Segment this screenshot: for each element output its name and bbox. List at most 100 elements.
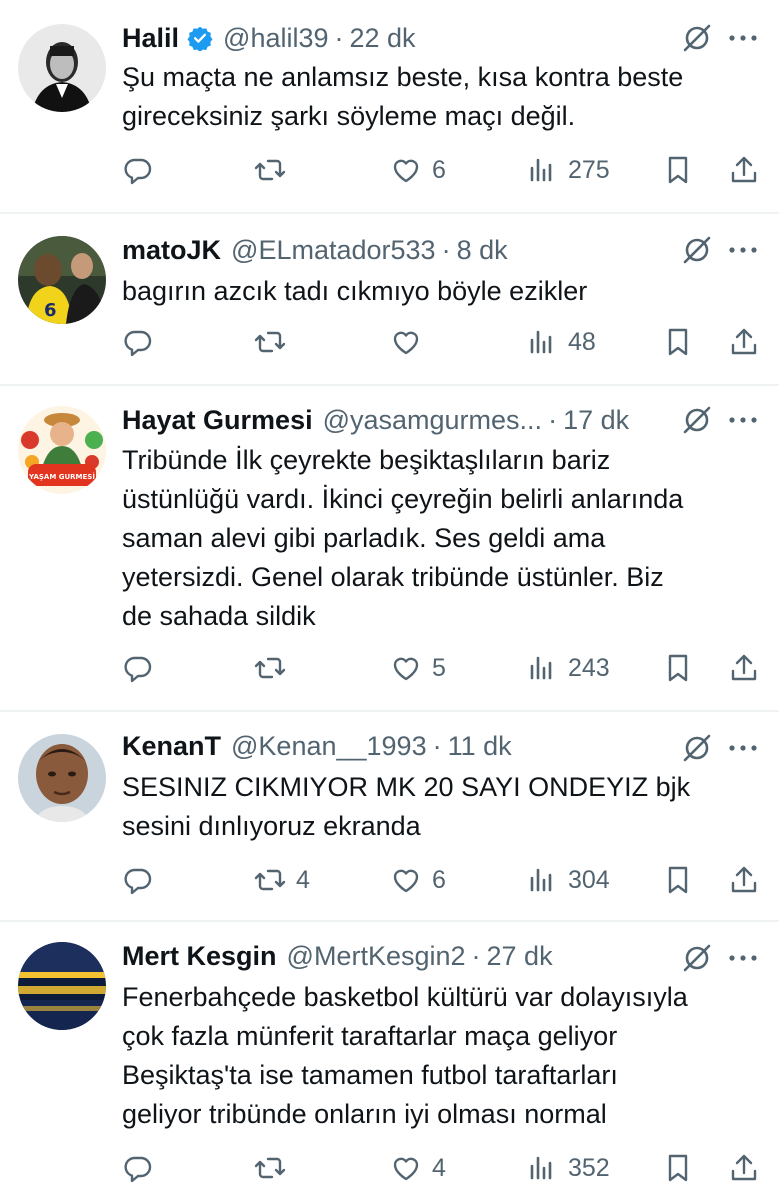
- retweet-button[interactable]: [254, 322, 296, 362]
- tweet-1[interactable]: Halil @halil39 · 22 dk Şu maçta ne anlam…: [0, 0, 779, 212]
- views-button[interactable]: 243: [526, 648, 610, 688]
- timestamp[interactable]: 27 dk: [487, 941, 553, 972]
- views-button[interactable]: 352: [526, 1148, 610, 1188]
- bookmark-icon: [668, 866, 688, 894]
- reply-button[interactable]: [122, 1148, 164, 1188]
- avatar[interactable]: [18, 734, 106, 822]
- like-count: 4: [432, 1153, 446, 1182]
- grok-icon[interactable]: [681, 404, 713, 436]
- views-count: 243: [568, 653, 610, 682]
- reply-button[interactable]: [122, 150, 164, 190]
- author-handle[interactable]: @Kenan__1993: [231, 731, 427, 762]
- bookmark-button[interactable]: [662, 322, 694, 362]
- tweet-header: Halil @halil39 · 22 dk: [122, 18, 416, 58]
- like-count: 5: [432, 653, 446, 682]
- like-icon: [393, 159, 419, 183]
- grok-icon[interactable]: [681, 942, 713, 974]
- bookmark-button[interactable]: [662, 648, 694, 688]
- views-button[interactable]: 304: [526, 860, 610, 900]
- author-handle[interactable]: @halil39: [223, 23, 328, 54]
- more-icon[interactable]: [725, 404, 761, 436]
- author-name[interactable]: Mert Kesgin: [122, 941, 277, 972]
- tweet-4[interactable]: KenanT @Kenan__1993 · 11 dk SESINIZ CIKM…: [0, 712, 779, 920]
- bookmark-icon: [668, 1154, 688, 1182]
- avatar[interactable]: YAŞAM GURMESİ: [18, 406, 106, 494]
- share-button[interactable]: [728, 1148, 760, 1188]
- separator-dot: ·: [471, 940, 481, 971]
- avatar[interactable]: 6: [18, 236, 106, 324]
- tweet-text: bagırın azcık tadı cıkmıyo böyle ezikler: [122, 276, 588, 306]
- author-handle[interactable]: @MertKesgin2: [287, 941, 466, 972]
- avatar[interactable]: [18, 942, 106, 1030]
- retweet-icon: [254, 657, 286, 679]
- bookmark-button[interactable]: [662, 860, 694, 900]
- retweet-icon: [254, 869, 286, 891]
- svg-text:6: 6: [44, 300, 57, 321]
- more-icon[interactable]: [725, 732, 761, 764]
- avatar[interactable]: [18, 24, 106, 112]
- like-button[interactable]: 6: [390, 860, 446, 900]
- timestamp[interactable]: 22 dk: [350, 23, 416, 54]
- separator-dot: ·: [432, 730, 442, 761]
- avatar-label: YAŞAM GURMESİ: [28, 472, 95, 481]
- like-button[interactable]: [390, 322, 432, 362]
- retweet-icon: [254, 1157, 286, 1179]
- share-button[interactable]: [728, 150, 760, 190]
- timestamp[interactable]: 8 dk: [457, 235, 508, 266]
- tweet-header: Mert Kesgin @MertKesgin2 · 27 dk: [122, 936, 553, 976]
- retweet-button[interactable]: [254, 150, 296, 190]
- tweet-header: KenanT @Kenan__1993 · 11 dk: [122, 726, 512, 766]
- bookmark-button[interactable]: [662, 150, 694, 190]
- views-count: 48: [568, 327, 596, 356]
- reply-icon: [124, 656, 152, 683]
- grok-icon[interactable]: [681, 234, 713, 266]
- like-icon: [393, 657, 419, 681]
- author-name[interactable]: Hayat Gurmesi: [122, 405, 313, 436]
- author-name[interactable]: matoJK: [122, 235, 221, 266]
- more-icon[interactable]: [725, 942, 761, 974]
- retweet-button[interactable]: [254, 648, 296, 688]
- separator-dot: ·: [334, 22, 344, 53]
- retweet-icon: [254, 159, 286, 181]
- action-bar: 4 6 304: [0, 860, 779, 900]
- share-button[interactable]: [728, 322, 760, 362]
- timestamp[interactable]: 17 dk: [563, 405, 629, 436]
- tweet-text: SESINIZ CIKMIYOR MK 20 SAYI ONDEYIZ bjk …: [122, 772, 691, 841]
- share-icon: [731, 866, 757, 893]
- like-icon: [393, 1157, 419, 1181]
- bookmark-button[interactable]: [662, 1148, 694, 1188]
- like-button[interactable]: 4: [390, 1148, 446, 1188]
- timestamp[interactable]: 11 dk: [448, 731, 512, 762]
- retweet-button[interactable]: 4: [254, 860, 310, 900]
- reply-button[interactable]: [122, 860, 164, 900]
- reply-icon: [124, 1156, 152, 1183]
- tweet-header: Hayat Gurmesi @yasamgurmes... · 17 dk: [122, 400, 629, 440]
- author-name[interactable]: Halil: [122, 23, 179, 54]
- views-button[interactable]: 48: [526, 322, 596, 362]
- retweet-button[interactable]: [254, 1148, 296, 1188]
- views-button[interactable]: 275: [526, 150, 610, 190]
- share-button[interactable]: [728, 648, 760, 688]
- grok-icon[interactable]: [681, 22, 713, 54]
- tweet-text: Fenerbahçede basketbol kültürü var dolay…: [122, 982, 688, 1129]
- author-handle[interactable]: @ELmatador533: [231, 235, 436, 266]
- reply-button[interactable]: [122, 322, 164, 362]
- author-name[interactable]: KenanT: [122, 731, 221, 762]
- more-icon[interactable]: [725, 22, 761, 54]
- share-button[interactable]: [728, 860, 760, 900]
- reply-button[interactable]: [122, 648, 164, 688]
- grok-icon[interactable]: [681, 732, 713, 764]
- author-handle[interactable]: @yasamgurmes...: [323, 405, 542, 436]
- like-button[interactable]: 6: [390, 150, 446, 190]
- tweet-5[interactable]: Mert Kesgin @MertKesgin2 · 27 dk Fenerba…: [0, 922, 779, 1200]
- tweet-2[interactable]: 6 matoJK @ELmatador533 · 8 dk bagırın az…: [0, 214, 779, 384]
- reply-icon: [124, 158, 152, 185]
- share-icon: [731, 156, 757, 183]
- action-bar: 48: [0, 322, 779, 362]
- tweet-3[interactable]: YAŞAM GURMESİ Hayat Gurmesi @yasamgurmes…: [0, 386, 779, 710]
- more-icon[interactable]: [725, 234, 761, 266]
- views-icon: [530, 158, 552, 182]
- tweet-text: Tribünde İlk çeyrekte beşiktaşlıların ba…: [122, 445, 684, 631]
- verified-badge-icon: [187, 25, 213, 52]
- like-button[interactable]: 5: [390, 648, 446, 688]
